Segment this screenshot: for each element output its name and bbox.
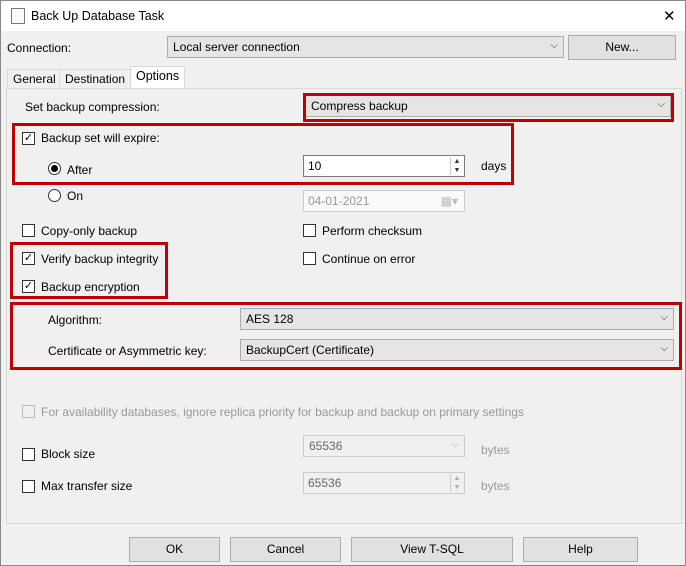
view-tsql-button[interactable]: View T-SQL xyxy=(351,537,513,562)
block-size-value: 65536 xyxy=(309,439,343,453)
continue-on-error-checkbox[interactable] xyxy=(303,252,316,265)
on-date-value: 04-01-2021 xyxy=(308,194,370,208)
checksum-label: Perform checksum xyxy=(322,224,423,238)
highlight-verify xyxy=(10,242,168,299)
copy-only-label: Copy-only backup xyxy=(41,224,138,238)
on-radio[interactable] xyxy=(48,189,61,202)
block-size-checkbox[interactable] xyxy=(22,448,35,461)
task-icon xyxy=(11,8,25,24)
connection-label: Connection: xyxy=(7,41,72,55)
highlight-encryption xyxy=(10,302,682,370)
bytes-label: bytes xyxy=(481,443,510,457)
tab-general[interactable]: General xyxy=(7,69,62,89)
availability-label: For availability databases, ignore repli… xyxy=(41,405,524,419)
highlight-compression xyxy=(303,93,674,122)
max-transfer-checkbox[interactable] xyxy=(22,480,35,493)
cancel-button[interactable]: Cancel xyxy=(230,537,341,562)
title-bar: Back Up Database Task ✕ xyxy=(1,1,685,31)
window-title: Back Up Database Task xyxy=(31,9,165,23)
connection-value: Local server connection xyxy=(173,40,300,54)
chevron-down-icon: ⌵ xyxy=(451,439,459,450)
max-transfer-label: Max transfer size xyxy=(41,479,133,493)
dialog-window: Back Up Database Task ✕ Connection: Loca… xyxy=(0,0,686,566)
max-transfer-value: 65536 xyxy=(308,476,342,490)
new-connection-button[interactable]: New... xyxy=(568,35,676,60)
close-icon[interactable]: ✕ xyxy=(663,7,676,25)
calendar-icon: ▦▾ xyxy=(440,194,458,208)
checksum-checkbox[interactable] xyxy=(303,224,316,237)
on-label: On xyxy=(67,189,84,203)
connection-select[interactable]: Local server connection ⌵ xyxy=(167,36,564,58)
tab-destination[interactable]: Destination xyxy=(59,69,132,89)
help-button[interactable]: Help xyxy=(523,537,638,562)
tab-options[interactable]: Options xyxy=(130,66,186,89)
on-date-picker[interactable]: 04-01-2021 ▦▾ xyxy=(303,190,465,212)
continue-on-error-label: Continue on error xyxy=(322,252,416,266)
highlight-expire xyxy=(12,123,514,185)
bytes-label: bytes xyxy=(481,479,510,493)
copy-only-checkbox[interactable] xyxy=(22,224,35,237)
chevron-down-icon: ⌵ xyxy=(550,40,558,51)
ok-button[interactable]: OK xyxy=(129,537,220,562)
block-size-label: Block size xyxy=(41,447,96,461)
spinner-icon[interactable]: ▲ ▼ xyxy=(450,474,463,492)
block-size-select[interactable]: 65536 ⌵ xyxy=(303,435,465,457)
availability-checkbox[interactable] xyxy=(22,405,35,418)
compression-label: Set backup compression: xyxy=(25,100,160,114)
max-transfer-input[interactable]: 65536 ▲ ▼ xyxy=(303,472,465,494)
